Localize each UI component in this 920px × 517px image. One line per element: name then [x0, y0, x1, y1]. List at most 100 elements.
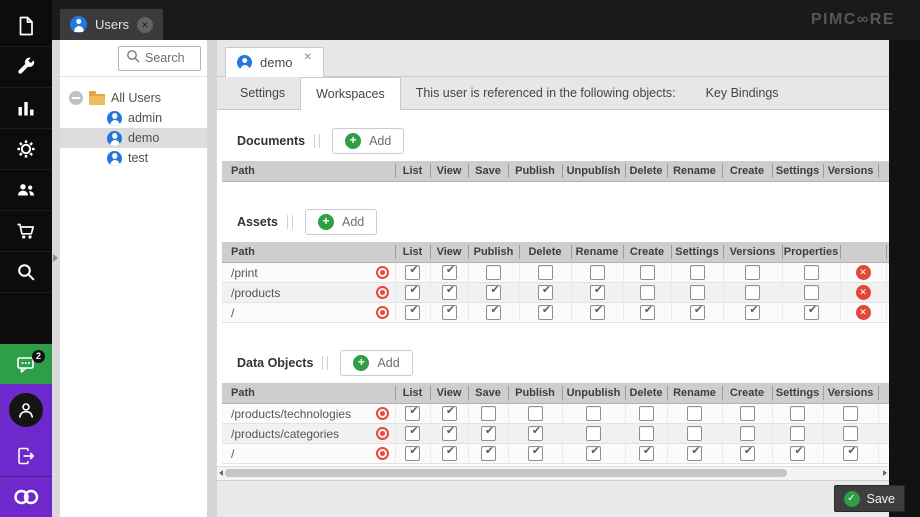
rename-checkbox[interactable]	[589, 285, 605, 301]
rename-checkbox[interactable]	[687, 406, 702, 422]
view-checkbox[interactable]	[441, 305, 457, 321]
column-header-settings[interactable]: Settings	[671, 242, 723, 263]
save-checkbox[interactable]	[480, 426, 496, 442]
column-header-settings[interactable]: Settings	[772, 161, 823, 182]
create-checkbox[interactable]	[639, 285, 655, 301]
open-tab-users[interactable]: Users ✕	[60, 9, 163, 40]
locate-target-icon[interactable]	[375, 286, 389, 299]
column-header-path[interactable]: Path	[222, 242, 395, 263]
sidebar-item-pimcore[interactable]	[0, 476, 52, 517]
settings-checkbox[interactable]	[790, 406, 805, 422]
remove-row-icon[interactable]: ✕	[855, 265, 871, 281]
column-header-list[interactable]: List	[395, 242, 430, 263]
column-header-delete[interactable]: Delete	[519, 242, 571, 263]
column-header-rename[interactable]: Rename	[571, 242, 623, 263]
panel-splitter[interactable]	[207, 40, 217, 517]
column-header-create[interactable]: Create	[722, 383, 772, 404]
column-header-save[interactable]: Save	[468, 383, 508, 404]
view-checkbox[interactable]	[441, 446, 457, 462]
search-field[interactable]	[118, 45, 201, 71]
sidebar-item-notifications[interactable]: 2	[0, 344, 52, 384]
unpublish-checkbox[interactable]	[586, 446, 601, 462]
properties-checkbox[interactable]	[803, 305, 819, 321]
save-checkbox[interactable]	[480, 446, 496, 462]
versions-checkbox[interactable]	[843, 426, 858, 442]
column-header-rename[interactable]: Rename	[667, 383, 722, 404]
column-header-versions[interactable]: Versions	[823, 383, 878, 404]
add-documents-button[interactable]: + Add	[332, 127, 405, 154]
settings-checkbox[interactable]	[689, 305, 705, 321]
scroll-right-icon[interactable]	[883, 470, 887, 476]
save-button[interactable]: ✓ Save	[833, 485, 905, 512]
scroll-left-icon[interactable]	[219, 470, 223, 476]
locate-target-icon[interactable]	[375, 306, 389, 319]
list-checkbox[interactable]	[405, 406, 420, 422]
publish-checkbox[interactable]	[527, 446, 543, 462]
tab-workspaces[interactable]: Workspaces	[300, 77, 401, 110]
rename-checkbox[interactable]	[687, 446, 702, 462]
view-checkbox[interactable]	[441, 406, 457, 422]
settings-checkbox[interactable]	[689, 265, 705, 281]
versions-checkbox[interactable]	[843, 446, 858, 462]
close-icon[interactable]: ✕	[304, 52, 312, 63]
tab-this-user-is-referenced-in-the-following[interactable]: This user is referenced in the following…	[401, 78, 691, 109]
column-header-list[interactable]: List	[395, 383, 430, 404]
list-checkbox[interactable]	[405, 446, 420, 462]
column-header-versions[interactable]: Versions	[723, 242, 782, 263]
properties-checkbox[interactable]	[803, 265, 819, 281]
close-icon[interactable]: ✕	[136, 16, 153, 33]
unpublish-checkbox[interactable]	[586, 406, 601, 422]
column-header-list[interactable]: List	[395, 161, 430, 182]
delete-checkbox[interactable]	[638, 406, 654, 422]
add-assets-button[interactable]: + Add	[305, 208, 378, 235]
locate-target-icon[interactable]	[375, 447, 389, 460]
add-data-objects-button[interactable]: + Add	[340, 349, 413, 376]
column-header-view[interactable]: View	[430, 383, 468, 404]
list-checkbox[interactable]	[405, 265, 420, 281]
column-header-create[interactable]: Create	[722, 161, 772, 182]
locate-target-icon[interactable]	[375, 266, 389, 279]
tree-item-test[interactable]: test	[60, 148, 207, 168]
search-input[interactable]	[145, 51, 193, 65]
tree-item-demo[interactable]: demo	[60, 128, 207, 148]
column-header-publish[interactable]: Publish	[468, 242, 519, 263]
settings-checkbox[interactable]	[790, 426, 805, 442]
sidebar-item-bar-chart[interactable]	[0, 88, 52, 129]
list-checkbox[interactable]	[405, 426, 420, 442]
delete-checkbox[interactable]	[638, 446, 654, 462]
column-header-rename[interactable]: Rename	[667, 161, 722, 182]
sidebar-item-gear[interactable]	[0, 129, 52, 170]
tab-demo[interactable]: demo ✕	[225, 47, 324, 77]
publish-checkbox[interactable]	[527, 426, 543, 442]
tab-key-bindings[interactable]: Key Bindings	[691, 78, 794, 109]
collapse-icon[interactable]	[69, 91, 83, 105]
create-checkbox[interactable]	[739, 406, 755, 422]
list-checkbox[interactable]	[405, 305, 420, 321]
view-checkbox[interactable]	[441, 426, 457, 442]
create-checkbox[interactable]	[739, 426, 755, 442]
create-checkbox[interactable]	[739, 446, 755, 462]
column-header-create[interactable]: Create	[623, 242, 671, 263]
properties-checkbox[interactable]	[803, 285, 819, 301]
versions-checkbox[interactable]	[745, 265, 760, 281]
sidebar-collapse-handle[interactable]	[52, 40, 60, 517]
versions-checkbox[interactable]	[745, 305, 760, 321]
view-checkbox[interactable]	[441, 285, 457, 301]
delete-checkbox[interactable]	[537, 285, 553, 301]
versions-checkbox[interactable]	[843, 406, 858, 422]
tab-settings[interactable]: Settings	[225, 78, 300, 109]
tree-root-all-users[interactable]: All Users	[60, 88, 207, 108]
versions-checkbox[interactable]	[745, 285, 760, 301]
create-checkbox[interactable]	[639, 305, 655, 321]
sidebar-item-users[interactable]	[0, 170, 52, 211]
publish-checkbox[interactable]	[486, 305, 501, 321]
locate-target-icon[interactable]	[375, 427, 389, 440]
rename-checkbox[interactable]	[589, 265, 605, 281]
column-header-publish[interactable]: Publish	[508, 383, 562, 404]
delete-checkbox[interactable]	[638, 426, 654, 442]
column-header-view[interactable]: View	[430, 161, 468, 182]
rename-checkbox[interactable]	[687, 426, 702, 442]
column-header-unpublish[interactable]: Unpublish	[562, 161, 625, 182]
publish-checkbox[interactable]	[486, 265, 501, 281]
settings-checkbox[interactable]	[689, 285, 705, 301]
